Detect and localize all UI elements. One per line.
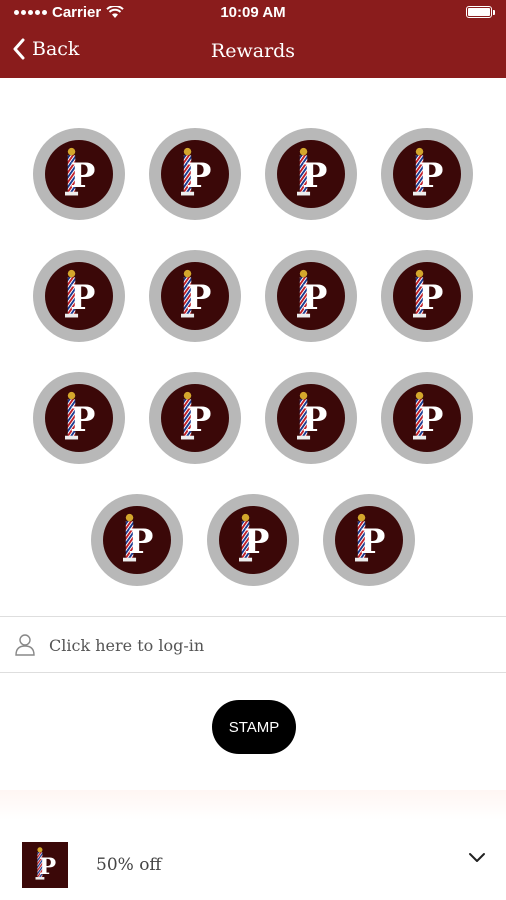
stamp-logo: P [103, 506, 171, 574]
stamp-slot: P [381, 372, 473, 464]
barber-pole-logo: P [413, 269, 443, 318]
stamp-slot: P [381, 250, 473, 342]
stamp-slot: P [91, 494, 183, 586]
stamp-logo: P [393, 262, 461, 330]
logo-letter: P [70, 277, 95, 317]
stamp-logo: P [161, 140, 229, 208]
divider [0, 616, 506, 617]
logo-letter: P [186, 399, 211, 439]
barber-pole-logo: P [181, 147, 211, 196]
logo-letter: P [39, 854, 56, 880]
stamp-slot: P [323, 494, 415, 586]
stamp-logo: P [277, 262, 345, 330]
stamp-logo: P [161, 262, 229, 330]
barber-pole-logo: P [297, 147, 327, 196]
stamp-slot: P [149, 128, 241, 220]
barber-pole-logo: P [355, 513, 385, 562]
logo-letter: P [418, 155, 443, 195]
stamp-logo: P [45, 262, 113, 330]
logo-letter: P [244, 521, 269, 561]
stamp-grid: P P P P P P P P P P P P P P P [0, 0, 506, 600]
stamp-slot: P [265, 250, 357, 342]
barber-pole-logo: P [65, 269, 95, 318]
logo-letter: P [186, 277, 211, 317]
stamp-slot: P [381, 128, 473, 220]
barber-pole-logo: P [297, 391, 327, 440]
barber-pole-logo: P [297, 269, 327, 318]
barber-pole-logo: P [123, 513, 153, 562]
login-row[interactable]: Click here to log-in [0, 620, 506, 672]
stamp-slot: P [207, 494, 299, 586]
barber-pole-logo: P [65, 147, 95, 196]
logo-letter: P [70, 399, 95, 439]
stamp-slot: P [265, 372, 357, 464]
stamp-logo: P [45, 384, 113, 452]
logo-letter: P [70, 155, 95, 195]
barber-pole-logo: P [413, 147, 443, 196]
login-label: Click here to log-in [49, 636, 205, 655]
stamp-slot: P [33, 250, 125, 342]
chevron-down-icon[interactable] [468, 852, 486, 864]
logo-letter: P [302, 277, 327, 317]
barber-pole-logo: P [181, 269, 211, 318]
stamp-logo: P [393, 384, 461, 452]
user-icon [15, 634, 35, 656]
divider [0, 672, 506, 673]
stamp-slot: P [33, 372, 125, 464]
stamp-logo: P [161, 384, 229, 452]
barber-pole-logo: P [35, 847, 56, 880]
logo-letter: P [128, 521, 153, 561]
barber-pole-logo: P [65, 391, 95, 440]
barber-pole-logo: P [239, 513, 269, 562]
reward-row[interactable]: P 50% off [0, 820, 506, 900]
reward-bar-shadow [0, 790, 506, 820]
reward-label: 50% off [96, 855, 162, 875]
stamp-slot: P [265, 128, 357, 220]
barber-pole-logo: P [181, 391, 211, 440]
stamp-logo: P [393, 140, 461, 208]
stamp-slot: P [33, 128, 125, 220]
stamp-logo: P [335, 506, 403, 574]
logo-letter: P [418, 277, 443, 317]
logo-letter: P [360, 521, 385, 561]
stamp-button[interactable]: STAMP [212, 700, 296, 754]
stamp-logo: P [45, 140, 113, 208]
stamp-slot: P [149, 372, 241, 464]
reward-logo: P [22, 842, 68, 888]
stamp-logo: P [277, 140, 345, 208]
logo-letter: P [302, 399, 327, 439]
barber-pole-logo: P [413, 391, 443, 440]
logo-letter: P [418, 399, 443, 439]
stamp-slot: P [149, 250, 241, 342]
stamp-logo: P [277, 384, 345, 452]
logo-letter: P [302, 155, 327, 195]
stamp-logo: P [219, 506, 287, 574]
logo-letter: P [186, 155, 211, 195]
